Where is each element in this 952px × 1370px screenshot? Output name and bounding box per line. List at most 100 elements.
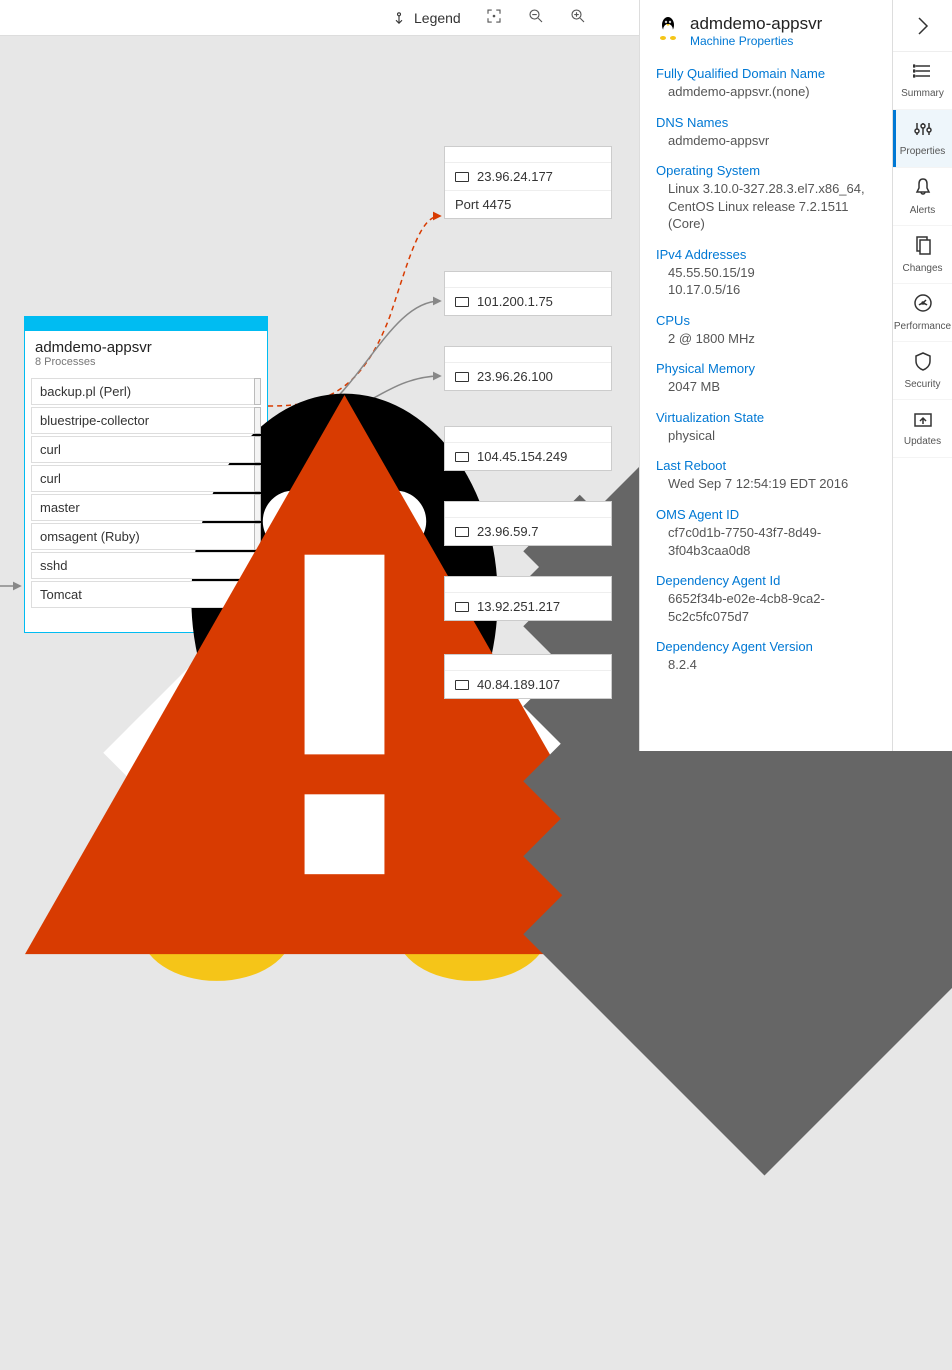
property-block: Physical Memory 2047 MB <box>656 361 876 396</box>
properties-icon <box>913 120 933 143</box>
rail-tab-label: Alerts <box>910 205 936 216</box>
process-item[interactable]: Tomcat <box>31 581 261 608</box>
process-item[interactable]: curl <box>31 436 261 463</box>
property-value: admdemo-appsvr <box>656 132 876 150</box>
property-label: Virtualization State <box>656 410 876 425</box>
panel-subtitle: Machine Properties <box>690 34 822 48</box>
alerts-icon <box>914 177 932 202</box>
property-block: Virtualization Statephysical <box>656 410 876 445</box>
property-block: Dependency Agent Id6652f34b-e02e-4cb8-9c… <box>656 573 876 625</box>
remote-ip-row: 23.96.26.100 <box>445 363 611 390</box>
remote-node[interactable]: 13.92.251.217 <box>444 576 612 621</box>
remote-node-header[interactable] <box>445 502 611 518</box>
property-block: Dependency Agent Version 8.2.4 <box>656 639 876 674</box>
summary-icon <box>913 62 933 85</box>
remote-node[interactable]: 40.84.189.107 <box>444 654 612 699</box>
chevron-down-icon <box>445 655 952 1370</box>
updates-icon <box>913 410 933 433</box>
remote-node-header[interactable] <box>445 427 611 443</box>
process-port-handle[interactable] <box>254 494 261 521</box>
process-item[interactable]: bluestripe-collector <box>31 407 261 434</box>
process-port-handle[interactable] <box>254 523 261 550</box>
server-title: admdemo-appsvr 8 Processes <box>25 331 267 374</box>
rail-tab-performance[interactable]: Performance <box>893 284 952 342</box>
performance-icon <box>913 293 933 318</box>
remote-ip-label: 104.45.154.249 <box>477 449 567 464</box>
dependency-map-canvas[interactable]: admdemo-appsvr 8 Processes backup.pl (Pe… <box>0 36 639 751</box>
remote-node[interactable]: 104.45.154.249 <box>444 426 612 471</box>
rail-tab-changes[interactable]: Changes <box>893 226 952 284</box>
rail-tab-label: Summary <box>901 88 944 99</box>
property-label: DNS Names <box>656 115 876 130</box>
remote-port-row[interactable]: Port 4475 <box>445 190 611 218</box>
legend-label: Legend <box>414 10 461 26</box>
alert-icon[interactable] <box>25 616 267 632</box>
rail-tab-label: Properties <box>900 146 946 157</box>
monitor-icon <box>455 372 469 382</box>
process-port-handle[interactable] <box>254 581 261 608</box>
remote-node-header[interactable] <box>445 147 611 163</box>
remote-node-header[interactable] <box>445 655 611 671</box>
remote-ip-row: 13.92.251.217 <box>445 593 611 620</box>
property-block: IPv4 Addresses45.55.50.15/1910.17.0.5/16 <box>656 247 876 299</box>
remote-node[interactable]: 101.200.1.75 <box>444 271 612 316</box>
property-label: Operating System <box>656 163 876 178</box>
property-value: 6652f34b-e02e-4cb8-9ca2-5c2c5fc075d7 <box>656 590 876 625</box>
property-label: OMS Agent ID <box>656 507 876 522</box>
process-item[interactable]: omsagent (Ruby) <box>31 523 261 550</box>
monitor-icon <box>455 602 469 612</box>
remote-node-header[interactable] <box>445 577 611 593</box>
property-value: 8.2.4 <box>656 656 876 674</box>
remote-node[interactable]: 23.96.24.177 Port 4475 <box>444 146 612 219</box>
process-item[interactable]: sshd <box>31 552 261 579</box>
server-node[interactable]: admdemo-appsvr 8 Processes backup.pl (Pe… <box>24 316 268 633</box>
server-node-header[interactable] <box>25 317 267 331</box>
legend-button[interactable]: Legend <box>390 9 461 27</box>
property-label: Last Reboot <box>656 458 876 473</box>
process-port-handle[interactable] <box>254 407 261 434</box>
monitor-icon <box>455 172 469 182</box>
process-port-handle[interactable] <box>254 465 261 492</box>
remote-node-header[interactable] <box>445 347 611 363</box>
remote-node[interactable]: 23.96.26.100 <box>444 346 612 391</box>
property-label: IPv4 Addresses <box>656 247 876 262</box>
property-block: DNS Names admdemo-appsvr <box>656 115 876 150</box>
property-value: 2047 MB <box>656 378 876 396</box>
process-port-handle[interactable] <box>254 552 261 579</box>
remote-node[interactable]: 23.96.59.7 <box>444 501 612 546</box>
monitor-icon <box>455 452 469 462</box>
remote-node-header[interactable] <box>445 272 611 288</box>
server-name: admdemo-appsvr <box>35 339 152 356</box>
remote-ip-label: 101.200.1.75 <box>477 294 553 309</box>
property-label: Dependency Agent Version <box>656 639 876 654</box>
rail-tab-properties[interactable]: Properties <box>893 110 952 168</box>
property-label: Fully Qualified Domain Name <box>656 66 876 81</box>
zoom-in-icon[interactable] <box>569 7 587 28</box>
process-item[interactable]: master <box>31 494 261 521</box>
property-value: 10.17.0.5/16 <box>656 281 876 299</box>
property-block: Operating SystemLinux 3.10.0-327.28.3.el… <box>656 163 876 233</box>
process-port-handle[interactable] <box>254 378 261 405</box>
process-list: backup.pl (Perl)bluestripe-collectorcurl… <box>25 374 267 616</box>
zoom-out-icon[interactable] <box>527 7 545 28</box>
process-item[interactable]: backup.pl (Perl) <box>31 378 261 405</box>
rail-tab-label: Changes <box>902 263 942 274</box>
rail-tab-security[interactable]: Security <box>893 342 952 400</box>
property-block: OMS Agent IDcf7c0d1b-7750-43f7-8d49-3f04… <box>656 507 876 559</box>
remote-ip-row: 23.96.24.177 <box>445 163 611 190</box>
property-value: Wed Sep 7 12:54:19 EDT 2016 <box>656 475 876 493</box>
collapse-panel-button[interactable] <box>893 0 952 52</box>
rail-tab-summary[interactable]: Summary <box>893 52 952 110</box>
rail-tab-label: Performance <box>894 321 951 332</box>
process-port-handle[interactable] <box>254 436 261 463</box>
process-item[interactable]: curl <box>31 465 261 492</box>
rail-tab-updates[interactable]: Updates <box>893 400 952 458</box>
monitor-icon <box>455 297 469 307</box>
port-label: Port 4475 <box>455 197 511 212</box>
properties-panel: admdemo-appsvr Machine Properties Fully … <box>639 0 892 751</box>
rail-tab-alerts[interactable]: Alerts <box>893 168 952 226</box>
property-value: 2 @ 1800 MHz <box>656 330 876 348</box>
property-label: Physical Memory <box>656 361 876 376</box>
fit-icon[interactable] <box>485 7 503 28</box>
rail-tab-label: Security <box>904 379 940 390</box>
